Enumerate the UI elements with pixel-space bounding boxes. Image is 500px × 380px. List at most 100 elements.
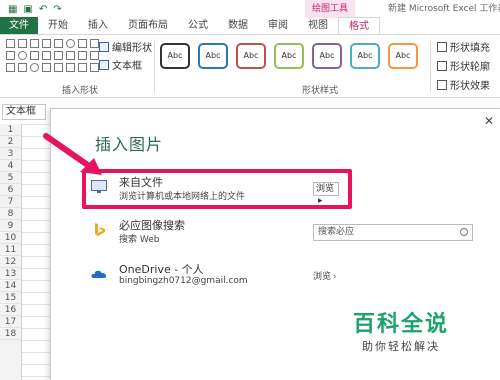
style-swatch[interactable]: Abc <box>160 43 190 69</box>
shape-icon[interactable] <box>30 39 39 48</box>
row-number[interactable]: 9 <box>0 220 21 232</box>
watermark-title: 百科全说 <box>352 312 449 337</box>
tab-view[interactable]: 视图 <box>298 17 338 34</box>
shape-icon[interactable] <box>54 63 63 72</box>
row-number[interactable]: 7 <box>0 196 21 208</box>
shape-icon[interactable] <box>30 63 39 72</box>
option-name: 必应图像搜索 <box>119 219 185 232</box>
row-number[interactable]: 18 <box>0 328 21 340</box>
row-number[interactable]: 10 <box>0 232 21 244</box>
row-number[interactable]: 13 <box>0 268 21 280</box>
row-number[interactable]: 1 <box>0 124 21 136</box>
shape-icon[interactable] <box>18 51 27 60</box>
style-swatch[interactable]: Abc <box>350 43 380 69</box>
shape-icon[interactable] <box>54 39 63 48</box>
pen-icon <box>437 60 447 71</box>
close-icon[interactable]: ✕ <box>483 115 495 127</box>
shape-fill-button[interactable]: 形状填充 <box>437 39 490 54</box>
style-swatch[interactable]: Abc <box>198 43 228 69</box>
insert-shapes-group-label: 插入形状 <box>62 86 99 96</box>
shape-icon[interactable] <box>18 63 27 72</box>
edit-shape-label: 编辑形状 <box>112 43 152 54</box>
tab-review[interactable]: 审阅 <box>258 17 298 34</box>
shape-icon[interactable] <box>90 51 99 60</box>
style-swatch[interactable]: Abc <box>274 43 304 69</box>
row-number[interactable]: 4 <box>0 160 21 172</box>
group-divider <box>430 41 431 93</box>
excel-logo-icon: ▦ <box>8 3 18 15</box>
search-icon[interactable] <box>460 228 468 236</box>
title-bar: ▦ ▣ ↶ ↷ 绘图工具 新建 Microsoft Excel 工作表... <box>0 0 500 18</box>
save-icon[interactable]: ▣ <box>23 4 32 15</box>
shape-icon[interactable] <box>18 39 27 48</box>
row-number[interactable]: 15 <box>0 292 21 304</box>
tab-format[interactable]: 格式 <box>338 17 380 34</box>
style-swatch[interactable]: Abc <box>312 43 342 69</box>
edit-shape-icon <box>99 41 109 52</box>
shape-fill-label: 形状填充 <box>450 43 490 54</box>
tab-page-layout[interactable]: 页面布局 <box>118 17 178 34</box>
name-box[interactable]: 文本框 <box>2 104 46 120</box>
undo-icon[interactable]: ↶ <box>39 4 47 15</box>
highlight-box <box>82 169 352 209</box>
shape-icon[interactable] <box>90 63 99 72</box>
redo-icon[interactable]: ↷ <box>53 4 61 15</box>
style-swatch[interactable]: Abc <box>236 43 266 69</box>
row-number[interactable]: 8 <box>0 208 21 220</box>
row-headers: 1 2 3 4 5 6 7 8 9 10 11 12 13 14 15 16 1… <box>0 124 22 380</box>
text-box-label: 文本框 <box>112 61 142 72</box>
group-divider <box>154 41 155 93</box>
row-number[interactable]: 5 <box>0 172 21 184</box>
text-box-icon <box>99 59 109 70</box>
shape-effects-label: 形状效果 <box>450 81 490 92</box>
shape-icon[interactable] <box>78 63 87 72</box>
onedrive-option[interactable]: OneDrive - 个人 bingbingzh0712@gmail.com 浏… <box>87 259 487 293</box>
row-number[interactable]: 12 <box>0 256 21 268</box>
row-number[interactable]: 11 <box>0 244 21 256</box>
shape-styles-group-label: 形状样式 <box>302 86 339 96</box>
shape-icon[interactable] <box>66 51 75 60</box>
quick-access-toolbar: ▦ ▣ ↶ ↷ <box>0 4 62 15</box>
tab-file[interactable]: 文件 <box>0 17 38 34</box>
shape-icon[interactable] <box>66 63 75 72</box>
format-commands: 形状填充 形状轮廓 形状效果 <box>437 39 490 92</box>
tab-insert[interactable]: 插入 <box>78 17 118 34</box>
bing-image-search-option[interactable]: 必应图像搜索 搜索 Web 搜索必应 <box>87 215 487 249</box>
shape-icon[interactable] <box>42 63 51 72</box>
shape-icon[interactable] <box>66 39 75 48</box>
shape-icon[interactable] <box>6 63 15 72</box>
shape-icon[interactable] <box>42 39 51 48</box>
tab-data[interactable]: 数据 <box>218 17 258 34</box>
row-number[interactable]: 14 <box>0 280 21 292</box>
text-box-button[interactable]: 文本框 <box>99 57 152 72</box>
watermark-subtitle: 助你轻松解决 <box>362 340 440 353</box>
shapes-gallery[interactable] <box>6 39 99 79</box>
tab-formulas[interactable]: 公式 <box>178 17 218 34</box>
effects-icon <box>437 79 447 90</box>
shape-icon[interactable] <box>42 51 51 60</box>
insert-commands: 编辑形状 文本框 <box>99 39 152 72</box>
shape-icon[interactable] <box>54 51 63 60</box>
shape-icon[interactable] <box>78 39 87 48</box>
ribbon-tabs: 文件 开始 插入 页面布局 公式 数据 审阅 视图 格式 <box>0 17 500 35</box>
browse-link[interactable]: 浏览 › <box>313 269 337 282</box>
shape-icon[interactable] <box>6 39 15 48</box>
shape-icon[interactable] <box>90 39 99 48</box>
row-number[interactable]: 3 <box>0 148 21 160</box>
row-number[interactable]: 6 <box>0 184 21 196</box>
tab-home[interactable]: 开始 <box>38 17 78 34</box>
shape-icon[interactable] <box>30 51 39 60</box>
ribbon: 编辑形状 文本框 插入形状 Abc Abc Abc Abc Abc Abc Ab… <box>0 35 500 98</box>
shape-outline-button[interactable]: 形状轮廓 <box>437 58 490 73</box>
style-swatch[interactable]: Abc <box>388 43 418 69</box>
edit-shape-button[interactable]: 编辑形状 <box>99 39 152 54</box>
row-number[interactable]: 17 <box>0 316 21 328</box>
row-number[interactable]: 2 <box>0 136 21 148</box>
context-tab-title: 绘图工具 <box>305 0 355 18</box>
bing-search-input[interactable]: 搜索必应 <box>313 224 473 241</box>
shape-effects-button[interactable]: 形状效果 <box>437 77 490 92</box>
shape-icon[interactable] <box>78 51 87 60</box>
row-number[interactable]: 16 <box>0 304 21 316</box>
shape-icon[interactable] <box>6 51 15 60</box>
paint-bucket-icon <box>437 41 447 52</box>
